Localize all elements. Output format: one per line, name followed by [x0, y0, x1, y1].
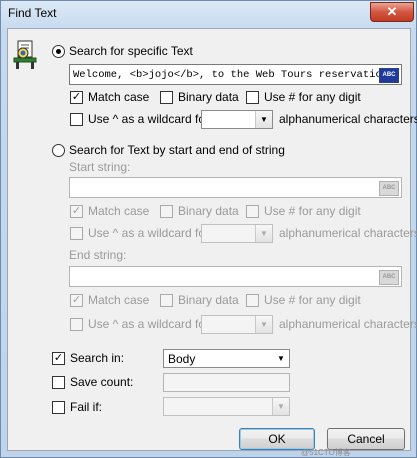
start-binary-checkbox[interactable] [160, 205, 173, 218]
close-icon: ✕ [386, 4, 398, 19]
fail-if-select[interactable]: ▼ [163, 397, 290, 416]
end-wildcard-combo[interactable]: ▼ [201, 315, 273, 334]
start-alnum-label: alphanumerical characters [279, 226, 417, 240]
start-string-label: Start string: [69, 160, 131, 174]
fail-if-checkbox[interactable] [52, 401, 65, 414]
end-match-case-label: Match case [88, 293, 150, 307]
hash-digit-label: Use # for any digit [264, 90, 361, 104]
search-bystring-label: Search for Text by start and end of stri… [69, 143, 285, 157]
search-specific-radio[interactable] [52, 45, 65, 58]
search-bystring-radio[interactable] [52, 144, 65, 157]
search-in-select[interactable]: Body ▼ [163, 349, 290, 368]
end-hash-checkbox[interactable] [246, 294, 259, 307]
start-hash-checkbox[interactable] [246, 205, 259, 218]
start-binary-label: Binary data [178, 204, 239, 218]
start-string-input[interactable]: ABC [69, 177, 402, 198]
find-text-dialog: Find Text ✕ Search for specific Text Wel… [0, 0, 417, 458]
find-text-icon [12, 40, 40, 70]
start-match-case-label: Match case [88, 204, 150, 218]
wildcard-checkbox[interactable] [70, 113, 83, 126]
save-count-input[interactable] [163, 373, 290, 392]
end-string-input[interactable]: ABC [69, 266, 402, 287]
window-title: Find Text [8, 6, 57, 20]
hash-digit-checkbox[interactable] [246, 91, 259, 104]
match-case-checkbox[interactable]: ✓ [70, 91, 83, 104]
chevron-down-icon: ▼ [255, 111, 272, 128]
binary-data-checkbox[interactable] [160, 91, 173, 104]
chevron-down-icon: ▼ [273, 350, 289, 367]
specific-text-input[interactable]: Welcome, <b>jojo</b>, to the Web Tours r… [69, 64, 402, 85]
end-match-case-checkbox[interactable]: ✓ [70, 294, 83, 307]
chevron-down-icon: ▼ [255, 316, 272, 333]
wildcard-label: Use ^ as a wildcard for [88, 112, 210, 126]
binary-data-label: Binary data [178, 90, 239, 104]
search-in-checkbox[interactable]: ✓ [52, 352, 65, 365]
abc-icon: ABC [379, 181, 399, 196]
title-bar[interactable]: Find Text ✕ [1, 1, 416, 27]
abc-icon[interactable]: ABC [379, 68, 399, 83]
end-string-label: End string: [69, 248, 127, 262]
wildcard-combo[interactable]: ▼ [201, 110, 273, 129]
start-hash-label: Use # for any digit [264, 204, 361, 218]
chevron-down-icon: ▼ [255, 225, 272, 242]
dialog-body: Search for specific Text Welcome, <b>joj… [7, 28, 417, 451]
start-match-case-checkbox[interactable]: ✓ [70, 205, 83, 218]
chevron-down-icon: ▼ [272, 398, 289, 415]
abc-icon: ABC [379, 270, 399, 285]
end-alnum-label: alphanumerical characters [279, 317, 417, 331]
fail-if-label: Fail if: [70, 400, 103, 414]
end-binary-label: Binary data [178, 293, 239, 307]
start-wildcard-checkbox[interactable] [70, 227, 83, 240]
start-wildcard-label: Use ^ as a wildcard for [88, 226, 210, 240]
end-wildcard-checkbox[interactable] [70, 318, 83, 331]
close-button[interactable]: ✕ [370, 2, 414, 22]
search-specific-label: Search for specific Text [69, 44, 193, 58]
watermark: @51CTO博客 [301, 448, 351, 457]
save-count-checkbox[interactable] [52, 376, 65, 389]
alnum-label: alphanumerical characters [279, 112, 417, 126]
match-case-label: Match case [88, 90, 150, 104]
end-hash-label: Use # for any digit [264, 293, 361, 307]
end-binary-checkbox[interactable] [160, 294, 173, 307]
save-count-label: Save count: [70, 375, 134, 389]
search-in-label: Search in: [70, 351, 125, 365]
end-wildcard-label: Use ^ as a wildcard for [88, 317, 210, 331]
start-wildcard-combo[interactable]: ▼ [201, 224, 273, 243]
